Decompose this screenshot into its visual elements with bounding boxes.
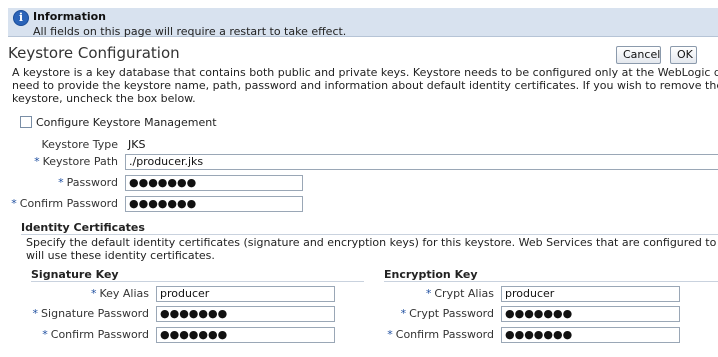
description-line: A keystore is a key database that contai… bbox=[12, 66, 718, 79]
section-divider bbox=[384, 281, 718, 282]
configure-keystore-label[interactable]: Configure Keystore Management bbox=[36, 116, 217, 129]
crypt-alias-label: * Crypt Alias bbox=[425, 287, 494, 300]
confirm-password-input[interactable]: ●●●●●●● bbox=[125, 196, 303, 212]
password-input[interactable]: ●●●●●●● bbox=[125, 175, 303, 191]
signature-confirm-password-label: * Confirm Password bbox=[42, 328, 149, 341]
keystore-type-label: Keystore Type bbox=[41, 138, 118, 151]
description-line: Specify the default identity certificate… bbox=[26, 236, 718, 249]
configure-keystore-checkbox[interactable] bbox=[20, 116, 32, 128]
crypt-confirm-password-label: * Confirm Password bbox=[387, 328, 494, 341]
identity-description: Specify the default identity certificate… bbox=[26, 236, 718, 262]
signature-password-input[interactable]: ●●●●●●● bbox=[156, 306, 335, 322]
signature-password-label: * Signature Password bbox=[32, 307, 149, 320]
encryption-key-heading: Encryption Key bbox=[384, 268, 478, 281]
keystore-type-value: JKS bbox=[128, 138, 146, 151]
description-line: will use these identity certificates. bbox=[26, 249, 215, 262]
description-line: need to provide the keystore name, path,… bbox=[12, 79, 718, 92]
keystore-path-label: * Keystore Path bbox=[34, 155, 118, 168]
cancel-button[interactable]: Cancel bbox=[616, 46, 661, 64]
crypt-password-label: * Crypt Password bbox=[400, 307, 494, 320]
password-label: * Password bbox=[58, 176, 118, 189]
keystore-path-input[interactable]: ./producer.jks bbox=[125, 154, 718, 170]
info-icon: i bbox=[13, 10, 29, 26]
key-alias-input[interactable]: producer bbox=[156, 286, 335, 302]
page-description: A keystore is a key database that contai… bbox=[12, 66, 718, 105]
confirm-password-label: * Confirm Password bbox=[11, 197, 118, 210]
ok-button[interactable]: OK bbox=[670, 46, 697, 64]
crypt-alias-input[interactable]: producer bbox=[501, 286, 680, 302]
section-divider bbox=[21, 234, 718, 235]
info-banner: i Information All fields on this page wi… bbox=[8, 8, 718, 38]
signature-key-heading: Signature Key bbox=[31, 268, 119, 281]
identity-certificates-heading: Identity Certificates bbox=[21, 221, 145, 234]
signature-confirm-password-input[interactable]: ●●●●●●● bbox=[156, 327, 335, 343]
description-line: keystore, uncheck the box below. bbox=[12, 92, 196, 105]
crypt-confirm-password-input[interactable]: ●●●●●●● bbox=[501, 327, 680, 343]
section-divider bbox=[31, 281, 364, 282]
info-title: Information bbox=[33, 10, 106, 23]
crypt-password-input[interactable]: ●●●●●●● bbox=[501, 306, 680, 322]
info-message: All fields on this page will require a r… bbox=[33, 25, 347, 38]
key-alias-label: * Key Alias bbox=[90, 287, 149, 300]
page-title: Keystore Configuration bbox=[8, 44, 180, 62]
